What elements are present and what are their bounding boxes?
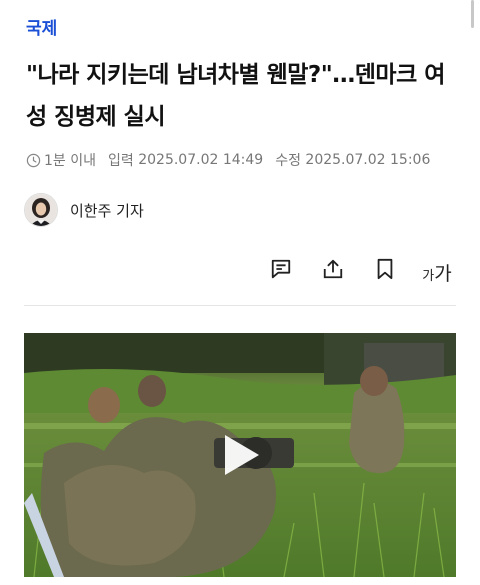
comment-icon [271, 259, 291, 279]
read-time: 1분 이내 [44, 153, 96, 169]
article-headline: "나라 지키는데 남녀차별 웬말?"…덴마크 여성 징병제 실시 [26, 62, 445, 130]
published-time: 2025.07.02 14:49 [138, 152, 264, 168]
font-size-icon: 가가 [422, 263, 452, 285]
category-label[interactable]: 국제 [26, 14, 57, 39]
share-icon [323, 259, 343, 279]
share-button[interactable] [317, 254, 349, 284]
play-icon[interactable] [215, 430, 265, 480]
font-size-big: 가 [434, 263, 452, 285]
author-name[interactable]: 이한주 기자 [70, 200, 144, 221]
font-size-small: 가 [422, 269, 435, 284]
divider [24, 305, 456, 306]
article-meta: 1분 이내 입력 2025.07.02 14:49 수정 2025.07.02 … [26, 150, 430, 170]
scrollbar[interactable] [471, 0, 474, 28]
font-size-button[interactable]: 가가 [421, 254, 453, 285]
video-player[interactable] [24, 333, 456, 577]
clock-icon [26, 153, 41, 167]
modified-time: 2025.07.02 15:06 [305, 152, 431, 168]
bookmark-icon [377, 258, 393, 280]
modified-label: 수정 [275, 153, 301, 169]
author-byline[interactable]: 이한주 기자 [24, 193, 144, 227]
avatar[interactable] [24, 193, 58, 227]
bookmark-button[interactable] [369, 254, 401, 284]
published-label: 입력 [108, 153, 134, 169]
comment-button[interactable] [265, 254, 297, 284]
article-toolbar: 가가 [265, 254, 453, 284]
